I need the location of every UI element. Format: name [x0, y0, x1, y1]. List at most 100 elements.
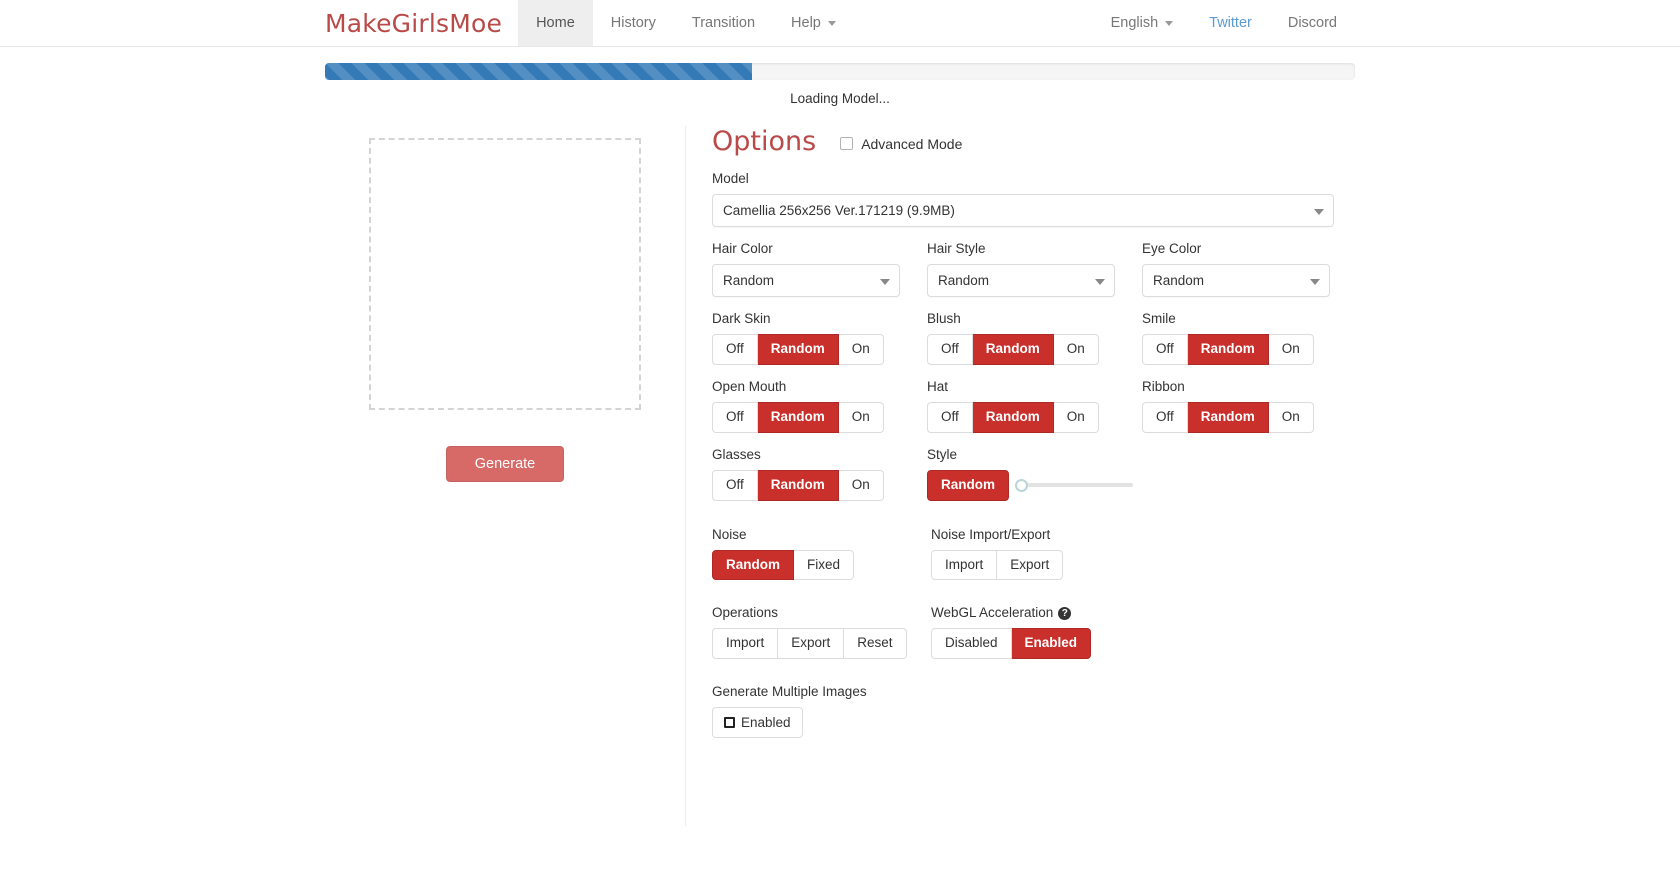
open-mouth-button-group: Off Random On	[712, 401, 884, 433]
hair-color-label: Hair Color	[712, 241, 773, 256]
page-title: Options	[712, 126, 817, 157]
operations-field: Operations Import Export Reset	[712, 605, 931, 660]
dark-skin-button-group: Off Random On	[712, 334, 884, 365]
operations-button-group: Import Export Reset	[712, 628, 907, 660]
nav-item-discord[interactable]: Discord	[1270, 0, 1355, 46]
generate-button[interactable]: Generate	[445, 446, 565, 482]
dark-skin-off[interactable]: Off	[712, 334, 758, 365]
blush-on[interactable]: On	[1053, 334, 1099, 365]
open-mouth-field: Open Mouth Off Random On	[712, 379, 900, 433]
noise-row: Noise Random Fixed Noise Import/Export I…	[712, 527, 1355, 581]
noise-io-label: Noise Import/Export	[931, 526, 1051, 542]
hair-style-select[interactable]: Random	[927, 264, 1115, 297]
ribbon-random[interactable]: Random	[1187, 401, 1269, 433]
advanced-mode-toggle[interactable]: Advanced Mode	[840, 136, 962, 152]
eye-color-select[interactable]: Random	[1142, 264, 1330, 297]
options-panel: Options Advanced Mode Model Camellia 256…	[685, 126, 1355, 826]
smile-off[interactable]: Off	[1142, 334, 1188, 365]
noise-random-button[interactable]: Random	[712, 549, 794, 581]
glasses-on[interactable]: On	[838, 469, 884, 501]
eye-color-label: Eye Color	[1142, 241, 1202, 256]
nav-item-help[interactable]: Help	[773, 0, 854, 46]
style-random-button[interactable]: Random	[927, 469, 1009, 501]
operations-export-button[interactable]: Export	[778, 628, 845, 660]
hair-style-label: Hair Style	[927, 241, 986, 256]
style-label: Style	[927, 446, 958, 462]
webgl-disabled-button[interactable]: Disabled	[931, 628, 1012, 660]
chevron-down-icon	[880, 278, 890, 285]
toggle-row-2: Open Mouth Off Random On Hat Off Random …	[712, 379, 1355, 433]
app-root: MakeGirlsMoe Home History Transition Hel…	[0, 0, 1680, 876]
blush-random[interactable]: Random	[972, 334, 1054, 365]
style-slider[interactable]	[1015, 470, 1133, 500]
model-select-value: Camellia 256x256 Ver.171219 (9.9MB)	[723, 203, 955, 218]
noise-export-button[interactable]: Export	[997, 549, 1064, 581]
loading-status-text: Loading Model...	[790, 91, 890, 106]
smile-on[interactable]: On	[1268, 334, 1314, 365]
eye-color-value: Random	[1153, 273, 1205, 288]
help-icon[interactable]: ?	[1058, 607, 1072, 621]
nav-item-transition[interactable]: Transition	[674, 0, 773, 46]
operations-label: Operations	[712, 605, 779, 621]
glasses-button-group: Off Random On	[712, 469, 884, 501]
noise-import-button[interactable]: Import	[931, 549, 998, 581]
nav-item-history[interactable]: History	[593, 0, 674, 46]
image-placeholder	[369, 138, 641, 410]
hair-color-select[interactable]: Random	[712, 264, 900, 297]
open-mouth-off[interactable]: Off	[712, 401, 758, 433]
style-slider-handle[interactable]	[1015, 478, 1028, 492]
hat-off[interactable]: Off	[927, 401, 973, 433]
operations-import-button[interactable]: Import	[712, 628, 779, 660]
blush-off[interactable]: Off	[927, 334, 973, 365]
hair-style-value: Random	[938, 273, 990, 288]
model-field: Model Camellia 256x256 Ver.171219 (9.9MB…	[712, 171, 1355, 227]
hat-on[interactable]: On	[1053, 401, 1099, 433]
main-content: Generate Options Advanced Mode Model Cam…	[325, 126, 1355, 826]
glasses-random[interactable]: Random	[757, 469, 839, 501]
webgl-button-group: Disabled Enabled	[931, 628, 1092, 660]
brand-logo[interactable]: MakeGirlsMoe	[325, 0, 518, 46]
hat-random[interactable]: Random	[972, 401, 1054, 433]
nav-item-home[interactable]: Home	[518, 0, 593, 46]
language-selector[interactable]: English	[1093, 0, 1192, 46]
nav-links: Home History Transition Help	[518, 0, 854, 46]
glasses-off[interactable]: Off	[712, 469, 758, 501]
noise-fixed-button[interactable]: Fixed	[794, 549, 855, 581]
model-label: Model	[712, 171, 749, 186]
blush-button-group: Off Random On	[927, 334, 1099, 365]
ribbon-off[interactable]: Off	[1142, 401, 1188, 433]
smile-random[interactable]: Random	[1187, 334, 1269, 365]
nav-item-transition-label: Transition	[691, 15, 756, 31]
chevron-down-icon	[827, 20, 836, 26]
hair-color-field: Hair Color Random	[712, 241, 900, 297]
dark-skin-random[interactable]: Random	[757, 334, 839, 365]
nav-item-home-label: Home	[536, 15, 575, 31]
multi-image-enabled-button[interactable]: Enabled	[712, 707, 803, 739]
multi-image-field: Generate Multiple Images Enabled	[712, 684, 1355, 739]
toggle-row-3: Glasses Off Random On Style Random	[712, 447, 1355, 501]
model-select[interactable]: Camellia 256x256 Ver.171219 (9.9MB)	[712, 194, 1334, 227]
noise-io-field: Noise Import/Export Import Export	[931, 527, 1355, 581]
style-controls: Random	[927, 469, 1327, 501]
navbar: MakeGirlsMoe Home History Transition Hel…	[0, 0, 1680, 47]
multi-image-label: Generate Multiple Images	[712, 684, 867, 700]
loading-section: Loading Model...	[325, 63, 1355, 106]
operations-reset-button[interactable]: Reset	[844, 628, 907, 660]
open-mouth-random[interactable]: Random	[757, 401, 839, 433]
ribbon-on[interactable]: On	[1268, 401, 1314, 433]
noise-button-group: Random Fixed	[712, 549, 855, 581]
operations-row: Operations Import Export Reset WebGL Acc…	[712, 605, 1355, 660]
dark-skin-on[interactable]: On	[838, 334, 884, 365]
style-button-group: Random	[927, 469, 1009, 501]
glasses-label: Glasses	[712, 446, 761, 462]
checkbox-icon[interactable]	[840, 137, 854, 150]
hat-label: Hat	[927, 378, 949, 394]
webgl-enabled-button[interactable]: Enabled	[1011, 628, 1092, 660]
nav-item-twitter[interactable]: Twitter	[1191, 0, 1270, 46]
dark-skin-field: Dark Skin Off Random On	[712, 311, 900, 365]
noise-field: Noise Random Fixed	[712, 527, 931, 581]
noise-label: Noise	[712, 526, 747, 542]
checkbox-icon[interactable]	[724, 717, 735, 729]
open-mouth-on[interactable]: On	[838, 401, 884, 433]
preview-panel: Generate	[325, 126, 685, 482]
